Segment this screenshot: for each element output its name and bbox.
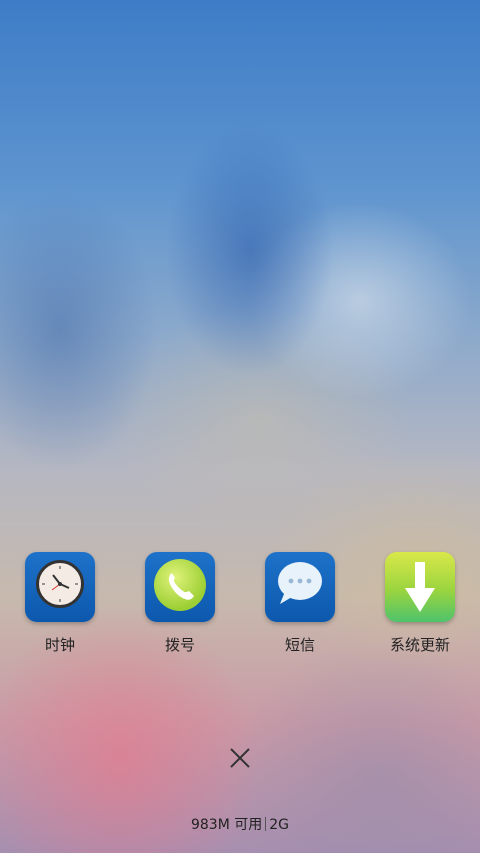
recent-apps-row: 时钟 拨号 短信 系统更新: [0, 552, 480, 662]
memory-status: 983M 可用 2G: [0, 814, 480, 834]
memory-available: 983M 可用: [190, 817, 263, 833]
close-all-button[interactable]: [220, 738, 260, 778]
app-dialer[interactable]: 拨号: [125, 552, 235, 655]
app-label-clock: 时钟: [44, 636, 75, 654]
download-arrow-icon[interactable]: [385, 552, 455, 622]
message-icon[interactable]: [265, 552, 335, 622]
phone-icon[interactable]: [145, 552, 215, 622]
close-icon[interactable]: [229, 747, 251, 769]
status-divider: [265, 817, 267, 831]
network-type: 2G: [269, 817, 290, 833]
app-label-messages: 短信: [284, 636, 315, 654]
app-clock[interactable]: 时钟: [5, 552, 115, 655]
app-label-system-update: 系统更新: [389, 636, 450, 654]
clock-icon[interactable]: [25, 552, 95, 622]
app-messages[interactable]: 短信: [245, 552, 355, 655]
app-label-dialer: 拨号: [164, 636, 195, 654]
blurred-wallpaper: [0, 0, 480, 853]
app-system-update[interactable]: 系统更新: [365, 552, 475, 655]
